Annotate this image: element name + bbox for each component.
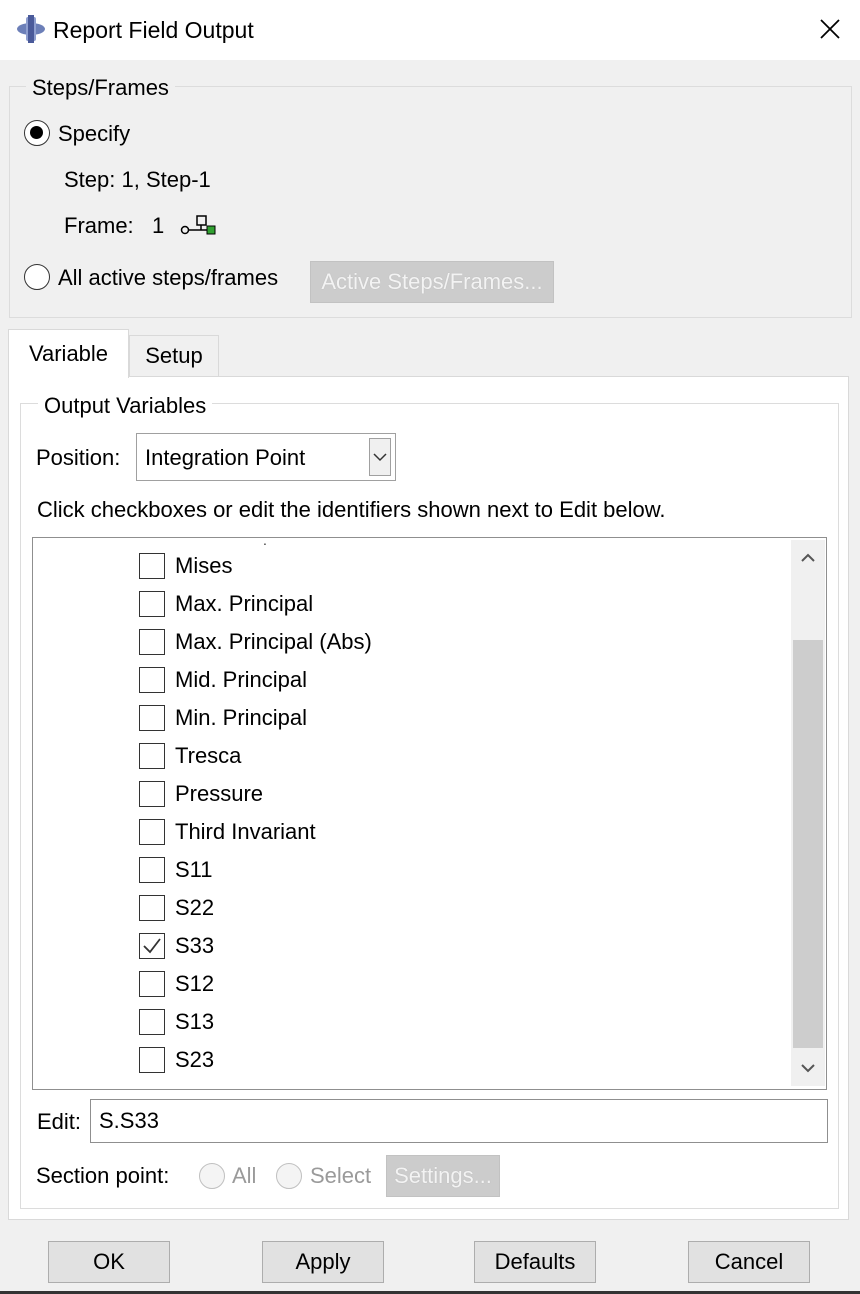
- list-item[interactable]: Mises: [139, 549, 232, 583]
- list-scrollbar[interactable]: [791, 540, 825, 1086]
- title-bar: Report Field Output: [0, 0, 860, 60]
- checkbox[interactable]: [139, 781, 165, 807]
- frame-value: 1: [152, 213, 165, 238]
- section-all-radio[interactable]: [199, 1163, 225, 1189]
- list-item-label: S11: [175, 857, 213, 882]
- list-item[interactable]: Min. Principal: [139, 701, 307, 735]
- checkbox[interactable]: [139, 933, 165, 959]
- list-item[interactable]: S11: [139, 853, 213, 887]
- app-icon: [17, 15, 45, 43]
- list-item[interactable]: S12: [139, 967, 214, 1001]
- list-item-label: S23: [175, 1047, 215, 1072]
- edit-field[interactable]: [90, 1099, 828, 1143]
- checkbox[interactable]: [139, 591, 165, 617]
- checkbox[interactable]: [139, 667, 165, 693]
- checkbox[interactable]: [139, 743, 165, 769]
- list-item-label: Pressure: [175, 781, 264, 806]
- list-item[interactable]: S33: [139, 929, 214, 963]
- list-item-label: Tresca: [175, 743, 242, 768]
- window-title: Report Field Output: [53, 17, 254, 43]
- specify-label[interactable]: Specify: [58, 121, 130, 147]
- defaults-button[interactable]: Defaults: [474, 1241, 596, 1283]
- clipped-item-fragment: .: [263, 537, 267, 548]
- list-item[interactable]: S23: [139, 1043, 214, 1077]
- position-select[interactable]: Integration Point: [136, 433, 396, 481]
- frame-label: Frame:: [64, 213, 134, 238]
- section-select-label: Select: [310, 1163, 372, 1188]
- step-text: Step: 1, Step-1: [64, 167, 211, 192]
- list-item[interactable]: S13: [139, 1005, 214, 1039]
- chevron-down-icon: [801, 1064, 815, 1073]
- apply-button[interactable]: Apply: [262, 1241, 384, 1283]
- scroll-up-button[interactable]: [791, 540, 825, 576]
- list-item-label: S33: [175, 933, 215, 958]
- instruction-text: Click checkboxes or edit the identifiers…: [37, 497, 666, 522]
- list-item[interactable]: Tresca: [139, 739, 241, 773]
- ok-button[interactable]: OK: [48, 1241, 170, 1283]
- list-item[interactable]: Pressure: [139, 777, 263, 811]
- checkbox[interactable]: [139, 857, 165, 883]
- checkbox[interactable]: [139, 629, 165, 655]
- edit-label: Edit:: [37, 1109, 82, 1134]
- list-item-label: Mid. Principal: [175, 667, 308, 692]
- checkbox[interactable]: [139, 895, 165, 921]
- list-item[interactable]: Max. Principal (Abs): [139, 625, 372, 659]
- list-item[interactable]: Third Invariant: [139, 815, 316, 849]
- list-item-label: Third Invariant: [175, 819, 316, 844]
- tab-variable[interactable]: Variable: [8, 329, 129, 378]
- list-item-label: S22: [175, 895, 215, 920]
- list-item-label: Min. Principal: [175, 705, 308, 730]
- section-select-radio[interactable]: [276, 1163, 302, 1189]
- output-variables-list[interactable]: . Mises Max. Principal Max. Principal (Abs…: [32, 537, 827, 1090]
- all-active-radio[interactable]: [24, 264, 50, 290]
- list-item[interactable]: S22: [139, 891, 214, 925]
- output-variables-group-title: Output Variables: [38, 393, 213, 419]
- list-item-label: S13: [175, 1009, 215, 1034]
- checkbox[interactable]: [139, 1047, 165, 1073]
- list-item-label: Max. Principal: [175, 591, 314, 616]
- scroll-down-button[interactable]: [791, 1050, 825, 1086]
- all-active-label[interactable]: All active steps/frames: [58, 265, 278, 291]
- list-item-label: S12: [175, 971, 215, 996]
- tab-setup[interactable]: Setup: [129, 335, 219, 376]
- list-item-label: Mises: [175, 553, 233, 578]
- chevron-down-icon[interactable]: [369, 438, 391, 476]
- checkbox[interactable]: [139, 971, 165, 997]
- settings-button[interactable]: Settings...: [386, 1155, 500, 1197]
- checkbox[interactable]: [139, 1009, 165, 1035]
- checkbox[interactable]: [139, 819, 165, 845]
- specify-radio[interactable]: [24, 120, 50, 146]
- scroll-thumb[interactable]: [793, 640, 823, 1048]
- checkbox[interactable]: [139, 553, 165, 579]
- checkbox[interactable]: [139, 705, 165, 731]
- frame-select-icon[interactable]: [180, 212, 216, 238]
- checkmark-icon: [143, 938, 161, 954]
- close-icon: [820, 19, 840, 39]
- position-select-value: Integration Point: [145, 445, 306, 470]
- list-item[interactable]: Mid. Principal: [139, 663, 307, 697]
- position-label: Position:: [36, 445, 121, 470]
- section-point-label: Section point:: [36, 1163, 170, 1188]
- close-button[interactable]: [800, 0, 860, 58]
- section-all-label: All: [232, 1163, 257, 1188]
- list-item[interactable]: Max. Principal: [139, 587, 313, 621]
- steps-frames-group-title: Steps/Frames: [26, 75, 175, 101]
- active-steps-frames-button[interactable]: Active Steps/Frames...: [310, 261, 554, 303]
- cancel-button[interactable]: Cancel: [688, 1241, 810, 1283]
- list-item-label: Max. Principal (Abs): [175, 629, 372, 654]
- chevron-up-icon: [801, 553, 815, 562]
